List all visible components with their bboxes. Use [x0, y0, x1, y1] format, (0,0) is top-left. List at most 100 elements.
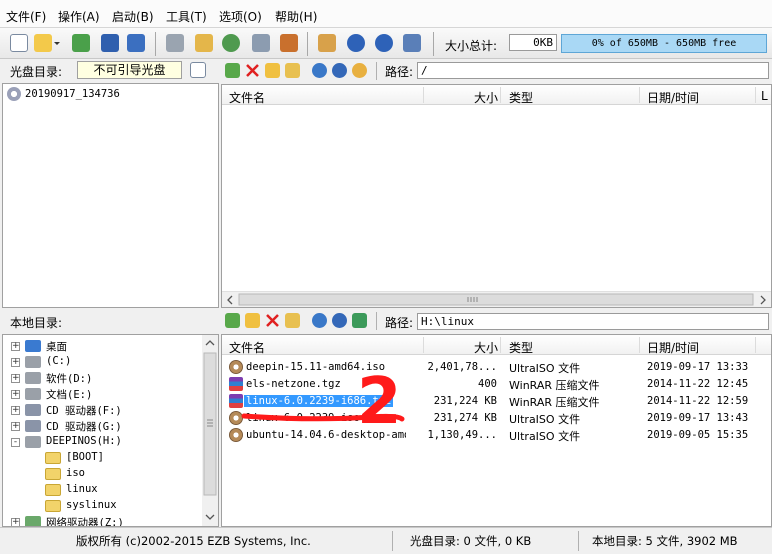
- column-date[interactable]: 日期/时间: [647, 339, 699, 356]
- file-row[interactable]: linux-6.0.2239-i686.txz 231,224 KB WinRAR …: [222, 393, 770, 410]
- tree-item[interactable]: [BOOT]: [3, 450, 201, 466]
- toolbar-separator: [307, 32, 308, 56]
- local-tree-scrollbar[interactable]: [202, 335, 218, 526]
- expand-icon[interactable]: +: [11, 358, 20, 367]
- file-type: WinRAR 压缩文件: [509, 396, 600, 409]
- bootable-tag[interactable]: 不可引导光盘: [77, 61, 182, 79]
- column-extra[interactable]: L: [761, 89, 768, 103]
- make-cd-image-icon[interactable]: [166, 34, 184, 52]
- tree-item-label: (C:): [46, 355, 72, 367]
- file-row[interactable]: els-netzone.tgz 400 WinRAR 压缩文件 2014-11-22 …: [222, 376, 770, 393]
- file-date: 2014-11-22 12:45: [647, 378, 749, 390]
- menu-file[interactable]: 文件(F): [6, 8, 46, 25]
- tree-item[interactable]: + (C:): [3, 354, 201, 370]
- properties-icon[interactable]: [318, 34, 336, 52]
- dropdown-arrow-icon[interactable]: [53, 34, 61, 52]
- help-icon[interactable]: [375, 34, 393, 52]
- status-copyright: 版权所有 (c)2002-2015 EZB Systems, Inc.: [76, 534, 311, 548]
- settings-gear-icon[interactable]: [332, 313, 347, 328]
- menu-boot[interactable]: 启动(B): [112, 8, 154, 25]
- cd-path-label: 路径:: [385, 65, 414, 79]
- cd-path-input[interactable]: /: [417, 62, 769, 79]
- convert-icon[interactable]: [222, 34, 240, 52]
- refresh-icon[interactable]: [352, 63, 367, 78]
- tree-item[interactable]: + 桌面: [3, 338, 201, 354]
- column-type[interactable]: 类型: [509, 89, 533, 106]
- column-size[interactable]: 大小: [474, 339, 498, 356]
- open-icon[interactable]: [34, 34, 52, 52]
- file-date: 2019-09-05 15:35: [647, 429, 749, 441]
- expand-icon[interactable]: +: [11, 518, 20, 526]
- menu-action[interactable]: 操作(A): [58, 8, 100, 25]
- column-name[interactable]: 文件名: [229, 339, 265, 356]
- up-icon[interactable]: [225, 313, 240, 328]
- file-type: UltraISO 文件: [509, 430, 581, 443]
- cd-horizontal-scrollbar[interactable]: [222, 291, 771, 307]
- cd-drive-icon: [25, 404, 41, 416]
- local-path-input[interactable]: H:\linux: [417, 313, 769, 330]
- burn-icon[interactable]: [252, 34, 270, 52]
- info-icon[interactable]: [347, 34, 365, 52]
- tree-item[interactable]: + CD 驱动器(G:): [3, 418, 201, 434]
- view-icon[interactable]: [312, 63, 327, 78]
- desktop-icon: [25, 340, 41, 352]
- new-icon[interactable]: [10, 34, 28, 52]
- drive-icon: [25, 356, 41, 368]
- extract-icon[interactable]: [72, 34, 90, 52]
- tree-item-label: DEEPINOS(H:): [46, 435, 122, 447]
- up-icon[interactable]: [225, 63, 240, 78]
- column-name[interactable]: 文件名: [229, 89, 265, 106]
- refresh-icon[interactable]: [352, 313, 367, 328]
- menu-help[interactable]: 帮助(H): [275, 8, 317, 25]
- mount-icon[interactable]: [195, 34, 213, 52]
- tree-item-label: CD 驱动器(G:): [46, 421, 122, 433]
- cd-file-list-header: 文件名 大小 类型 日期/时间 L: [222, 85, 771, 105]
- new-folder-icon[interactable]: [245, 313, 260, 328]
- collapse-icon[interactable]: -: [11, 438, 20, 447]
- file-name: ubuntu-14.04.6-desktop-amd...: [246, 429, 406, 441]
- exit-icon[interactable]: [403, 34, 421, 52]
- file-row[interactable]: ubuntu-14.04.6-desktop-amd... 1,130,49...…: [222, 427, 770, 444]
- settings-gear-icon[interactable]: [332, 63, 347, 78]
- folder-icon: [45, 452, 61, 464]
- status-cd-dir: 光盘目录: 0 文件, 0 KB: [410, 534, 532, 548]
- expand-icon[interactable]: +: [11, 390, 20, 399]
- tree-item[interactable]: syslinux: [3, 498, 201, 514]
- cd-properties-icon[interactable]: [190, 62, 206, 78]
- column-type[interactable]: 类型: [509, 339, 533, 356]
- save-as-icon[interactable]: [127, 34, 145, 52]
- expand-icon[interactable]: +: [11, 374, 20, 383]
- local-tree-panel: + 桌面 + (C:) + 软件(D:) + 文档(E:) + CD 驱动器(F:) + CD 驱动器…: [2, 334, 219, 527]
- tree-item[interactable]: iso: [3, 466, 201, 482]
- expand-icon[interactable]: +: [11, 406, 20, 415]
- folder-icon: [45, 468, 61, 480]
- file-size: 231,274 KB: [433, 412, 497, 424]
- column-date[interactable]: 日期/时间: [647, 89, 699, 106]
- tree-item[interactable]: linux: [3, 482, 201, 498]
- tree-item[interactable]: - DEEPINOS(H:): [3, 434, 201, 450]
- tree-item[interactable]: + 网络驱动器(Z:): [3, 514, 201, 526]
- file-row[interactable]: linux-6.0.2239.iso 231,274 KB UltraISO 文件 2…: [222, 410, 770, 427]
- tree-item[interactable]: + 软件(D:): [3, 370, 201, 386]
- column-size[interactable]: 大小: [474, 89, 498, 106]
- cd-tree-panel: 20190917_134736: [2, 83, 219, 308]
- expand-icon[interactable]: +: [11, 422, 20, 431]
- file-size: 1,130,49...: [427, 429, 497, 441]
- menu-tools[interactable]: 工具(T): [166, 8, 207, 25]
- view-icon[interactable]: [312, 313, 327, 328]
- rename-icon[interactable]: [285, 63, 300, 78]
- cd-root-label[interactable]: 20190917_134736: [25, 88, 120, 100]
- file-row[interactable]: deepin-15.11-amd64.iso 2,401,78... UltraIS…: [222, 359, 770, 376]
- delete-icon[interactable]: [265, 313, 280, 328]
- menu-options[interactable]: 选项(O): [219, 8, 262, 25]
- save-icon[interactable]: [101, 34, 119, 52]
- expand-icon[interactable]: +: [11, 342, 20, 351]
- new-folder-icon[interactable]: [265, 63, 280, 78]
- tree-item-label: 软件(D:): [46, 373, 93, 385]
- delete-icon[interactable]: [245, 63, 260, 78]
- virtual-drive-icon[interactable]: [280, 34, 298, 52]
- rename-icon[interactable]: [285, 313, 300, 328]
- tree-item[interactable]: + 文档(E:): [3, 386, 201, 402]
- network-drive-icon: [25, 516, 41, 526]
- tree-item[interactable]: + CD 驱动器(F:): [3, 402, 201, 418]
